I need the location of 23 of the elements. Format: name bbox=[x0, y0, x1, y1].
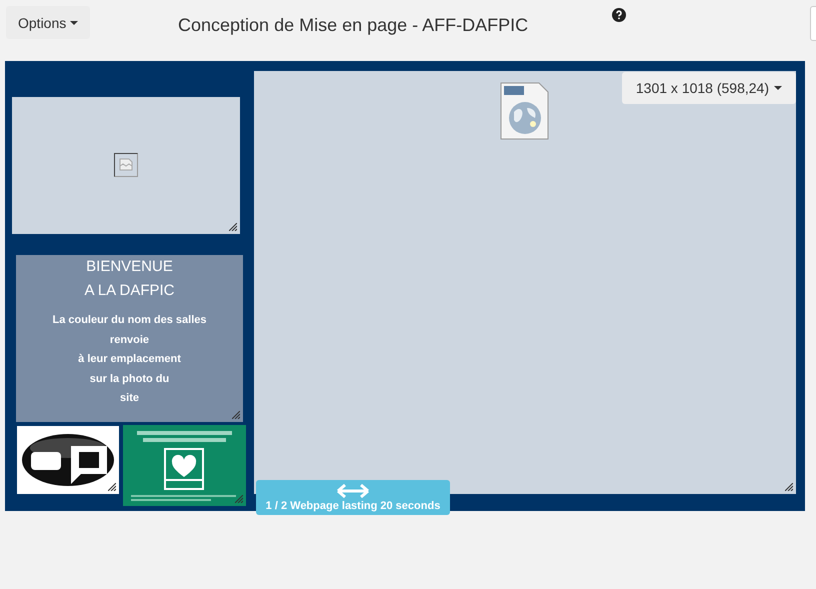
zone-text: La couleur du nom des salles bbox=[52, 313, 207, 328]
zone-text: à leur emplacement bbox=[78, 352, 181, 368]
resize-handle-icon[interactable] bbox=[232, 411, 240, 419]
zone-heading: BIENVENUE bbox=[86, 257, 173, 277]
resize-handle-icon[interactable] bbox=[235, 495, 243, 503]
resize-handle-icon[interactable] bbox=[785, 483, 793, 491]
caret-icon bbox=[70, 20, 78, 24]
zone-text: sur la photo du bbox=[90, 372, 170, 387]
horizontal-arrow-icon bbox=[337, 484, 369, 498]
zone-text: site bbox=[120, 391, 139, 406]
zone-text: renvoie bbox=[110, 332, 150, 348]
options-button[interactable]: Options bbox=[6, 6, 90, 39]
resize-handle-icon[interactable] bbox=[229, 223, 237, 231]
layout-zone[interactable]: 1301 x 1018 (598,24) bbox=[254, 71, 796, 494]
zone-heading: A LA DAFPIC bbox=[84, 281, 175, 301]
broken-image-icon bbox=[114, 153, 138, 177]
resize-handle-icon[interactable] bbox=[108, 483, 116, 491]
page-title: Conception de Mise en page - AFF-DAFPIC bbox=[178, 15, 528, 36]
help-icon[interactable] bbox=[612, 8, 626, 22]
playlist-label: 1 / 2 Webpage lasting 20 seconds bbox=[266, 500, 440, 512]
resolution-dropdown[interactable]: 1301 x 1018 (598,24) bbox=[622, 72, 796, 104]
web-page-icon bbox=[500, 82, 549, 140]
caret-icon bbox=[774, 86, 782, 90]
